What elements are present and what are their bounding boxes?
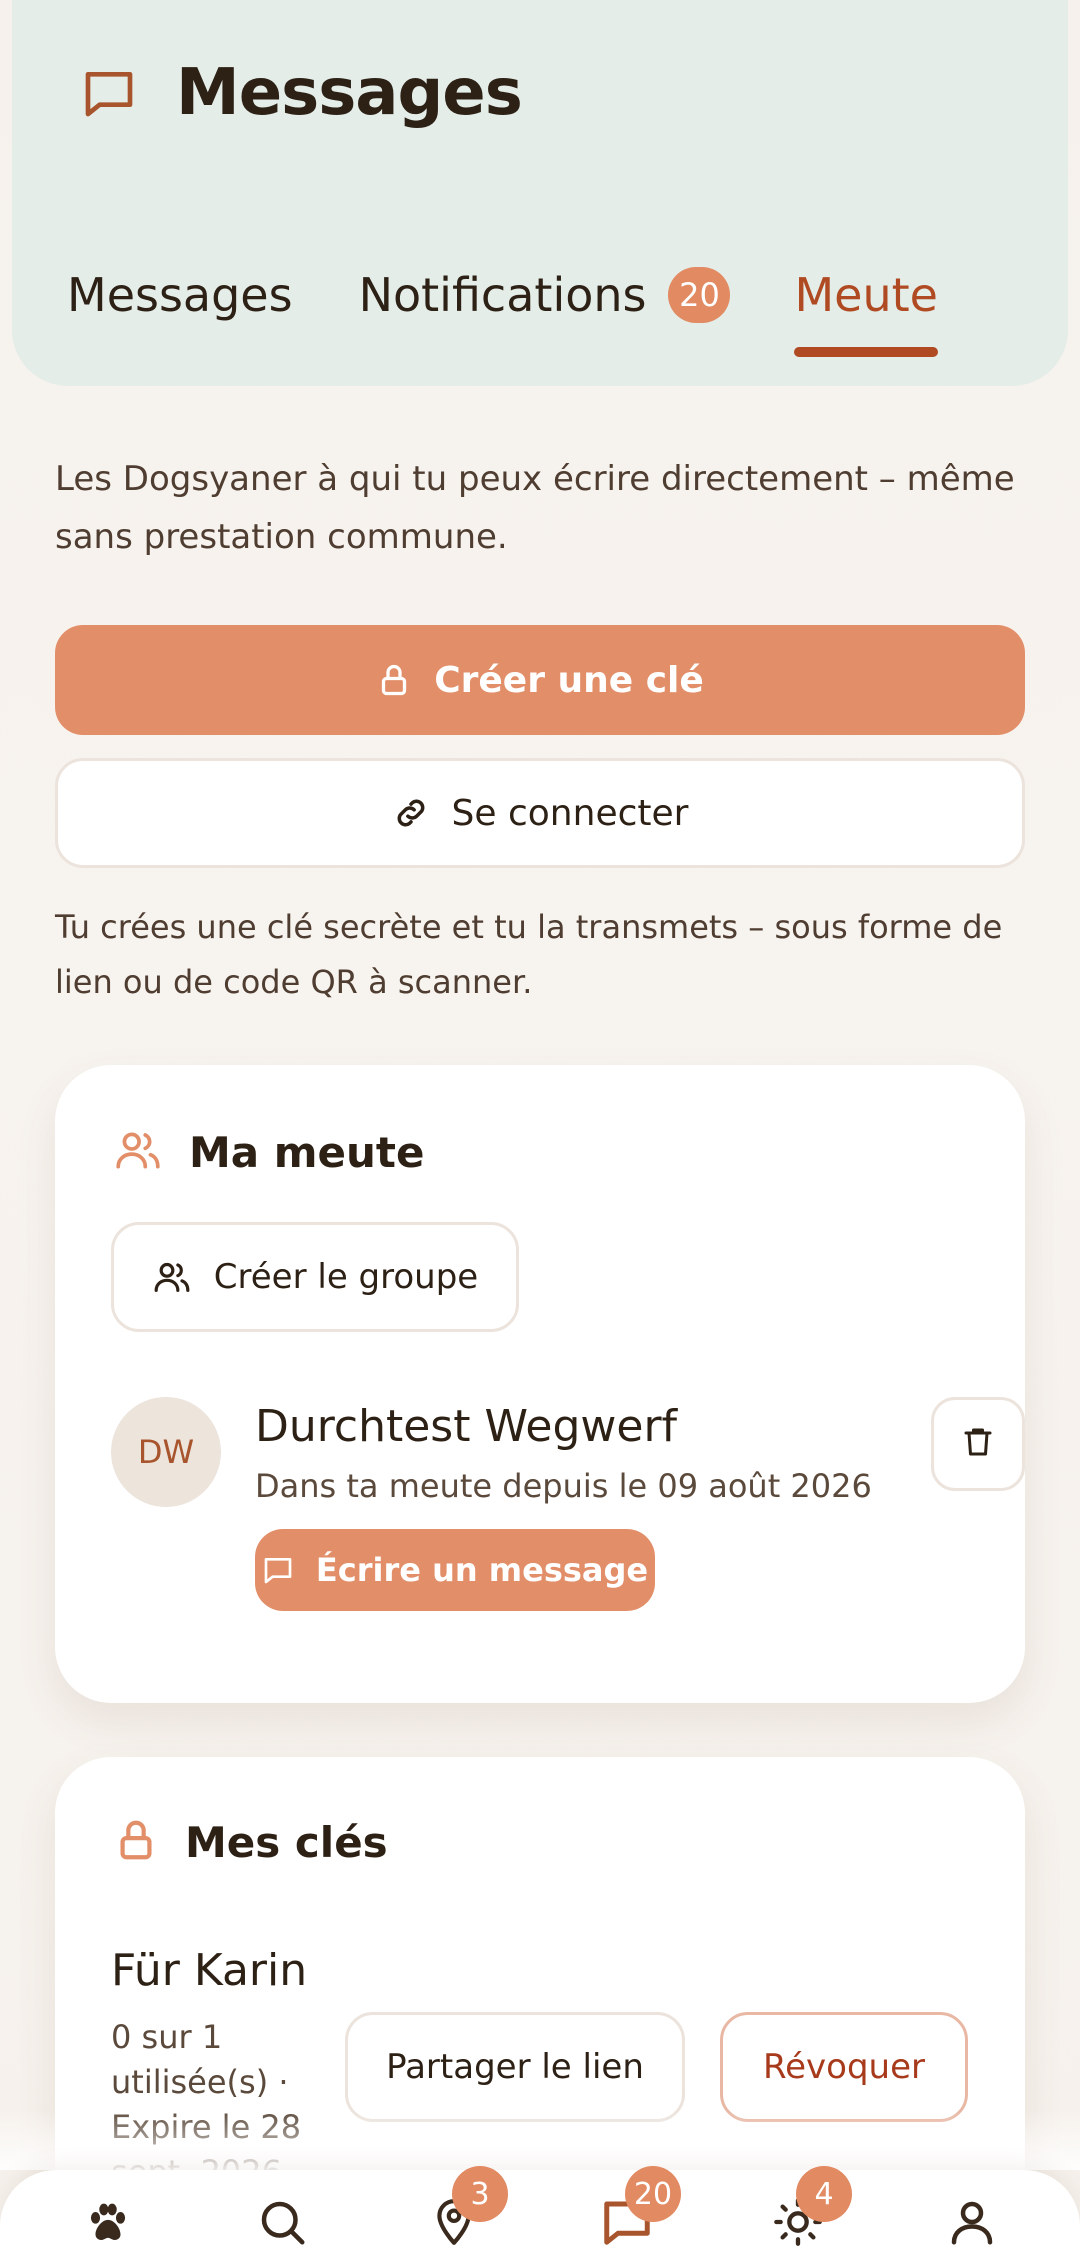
tab-meute[interactable]: Meute: [794, 255, 938, 357]
tab-messages-label: Messages: [67, 268, 293, 322]
revoke-key-label: Révoquer: [763, 2047, 925, 2087]
connect-label: Se connecter: [451, 792, 689, 834]
create-key-button[interactable]: Créer une clé: [55, 625, 1025, 735]
tab-notifications[interactable]: Notifications 20: [359, 255, 731, 335]
member-name: Durchtest Wegwerf: [255, 1401, 678, 1452]
nav-search[interactable]: [252, 2194, 312, 2254]
lock-icon: [376, 662, 412, 698]
create-group-button[interactable]: Créer le groupe: [111, 1222, 519, 1332]
page-header: Messages Messages Notifications 20 Meute: [12, 0, 1068, 386]
tab-bar: Messages Notifications 20 Meute: [67, 255, 938, 357]
tab-notifications-label: Notifications: [358, 268, 647, 322]
intro-text: Les Dogsyaner à qui tu peux écrire direc…: [55, 459, 1015, 557]
share-link-label: Partager le lien: [386, 2047, 644, 2087]
keys-title: Mes clés: [185, 1817, 388, 1867]
nav-map[interactable]: 3: [424, 2166, 508, 2254]
activity-badge: 4: [796, 2166, 852, 2222]
avatar: DW: [111, 1397, 221, 1507]
chat-icon: [262, 1554, 294, 1586]
write-message-button[interactable]: Écrire un message: [255, 1529, 655, 1611]
messages-badge: 20: [625, 2166, 681, 2222]
users-icon: [113, 1125, 163, 1179]
revoke-key-button[interactable]: Révoquer: [720, 2012, 968, 2122]
search-icon: [255, 2195, 309, 2253]
pack-title: Ma meute: [189, 1127, 425, 1177]
users-icon: [152, 1257, 192, 1297]
connect-button[interactable]: Se connecter: [55, 758, 1025, 868]
keys-card-title: Mes clés: [113, 1817, 388, 1867]
paw-icon: [83, 2197, 133, 2251]
chat-icon: [74, 58, 144, 128]
key-name: Für Karin: [111, 1945, 308, 1996]
tab-meute-label: Meute: [794, 268, 938, 322]
notifications-count-badge: 20: [668, 267, 731, 323]
nav-home[interactable]: [78, 2194, 138, 2254]
pack-member-row: DW Durchtest Wegwerf Dans ta meute depui…: [111, 1397, 1025, 1627]
scroll-fade: [0, 2110, 1080, 2170]
nav-profile[interactable]: [942, 2194, 1002, 2254]
pack-card-title: Ma meute: [113, 1125, 424, 1179]
link-icon: [392, 794, 430, 832]
active-tab-indicator: [794, 347, 938, 357]
write-message-label: Écrire un message: [315, 1551, 649, 1589]
member-since: Dans ta meute depuis le 09 août 2026: [255, 1467, 872, 1505]
create-group-label: Créer le groupe: [213, 1257, 479, 1297]
pack-card: Ma meute Créer le groupe DW Durchtest We…: [55, 1065, 1025, 1703]
nav-activity[interactable]: 4: [768, 2166, 852, 2254]
lock-icon: [113, 1817, 159, 1867]
trash-icon: [960, 1424, 996, 1464]
bottom-navigation: 3 20 4: [0, 2166, 1080, 2268]
create-key-label: Créer une clé: [434, 659, 704, 701]
tab-messages[interactable]: Messages: [67, 255, 293, 335]
key-hint-text: Tu crées une clé secrète et tu la transm…: [55, 908, 1003, 1001]
header-title-row: Messages: [74, 56, 523, 130]
remove-member-button[interactable]: [931, 1397, 1025, 1491]
share-link-button[interactable]: Partager le lien: [345, 2012, 685, 2122]
page-title: Messages: [176, 56, 523, 130]
user-icon: [945, 2195, 999, 2253]
nav-messages[interactable]: 20: [597, 2166, 681, 2254]
map-badge: 3: [452, 2166, 508, 2222]
